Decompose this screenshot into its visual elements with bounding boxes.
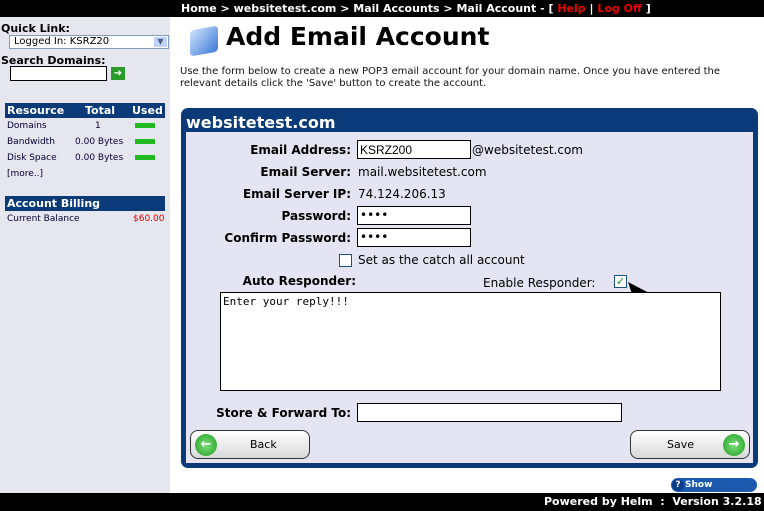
footer-text: Powered by Helm : Version 3.2.18 (544, 495, 762, 508)
forward-label: Store & Forward To: (216, 406, 351, 420)
catchall-checkbox[interactable] (339, 254, 352, 267)
logoff-link[interactable]: Log Off (597, 2, 642, 15)
resource-total: 1 (95, 121, 101, 131)
used-bar (135, 155, 155, 160)
crumb-mail-account: Mail Account (456, 2, 537, 15)
save-button[interactable]: Save → (630, 430, 750, 459)
sep: | (585, 2, 598, 15)
autoresponder-label: Auto Responder: (242, 274, 356, 288)
col-used: Used (132, 104, 163, 117)
resource-name: Disk Space (7, 153, 57, 163)
back-label: Back (250, 438, 277, 451)
email-account-icon (190, 25, 218, 57)
crumb-home[interactable]: Home (181, 2, 217, 15)
more-link[interactable]: [more..] (7, 166, 43, 182)
password-input[interactable]: •••• (357, 206, 471, 225)
ip-value: 74.124.206.13 (358, 187, 446, 201)
reply-textarea[interactable]: Enter your reply!!! (220, 292, 721, 391)
crumb-domain[interactable]: websitetest.com (234, 2, 337, 15)
page-title: Add Email Account (226, 22, 490, 51)
back-arrow-icon: ← (195, 434, 217, 456)
save-arrow-icon: → (723, 434, 745, 456)
quick-link-value: Logged In: KSRZ20 (14, 36, 110, 47)
used-bar (135, 139, 155, 144)
server-value: mail.websitetest.com (358, 165, 487, 179)
top-nav: Home > websitetest.com > Mail Accounts >… (0, 0, 764, 17)
email-input[interactable] (357, 140, 471, 159)
resource-table: Resource Total Used Domains 1 Bandwidth 0.00… (5, 103, 165, 182)
sep: ] (641, 2, 651, 15)
balance-value: $60.00 (133, 214, 165, 224)
quick-link-label: Quick Link: (1, 22, 70, 35)
confirm-label: Confirm Password: (224, 231, 351, 245)
panel-title: websitetest.com (186, 113, 336, 132)
chevron-down-icon[interactable]: ▼ (154, 37, 167, 47)
table-row: Domains 1 (5, 118, 165, 134)
table-row: Bandwidth 0.00 Bytes (5, 134, 165, 150)
catchall-label: Set as the catch all account (358, 253, 525, 267)
show-quickhelp-button[interactable]: ?Show QuickHelp (671, 478, 757, 504)
sep: > (336, 2, 354, 15)
email-label: Email Address: (250, 143, 351, 157)
back-button[interactable]: ← Back (190, 430, 310, 459)
help-icon: ? (672, 479, 684, 491)
sep: > (439, 2, 457, 15)
page-description: Use the form below to create a new POP3 … (180, 66, 721, 89)
billing-table: Account Billing Current Balance $60.00 (5, 196, 165, 227)
resource-total: 0.00 Bytes (75, 153, 124, 163)
forward-input[interactable] (357, 403, 622, 422)
col-resource: Resource (7, 104, 65, 117)
go-arrow-icon[interactable]: ➔ (111, 67, 125, 80)
quick-link-select[interactable]: Logged In: KSRZ20 ▼ (9, 35, 169, 49)
confirm-password-input[interactable]: •••• (357, 228, 471, 247)
sep: > (216, 2, 234, 15)
enable-responder-label: Enable Responder: (483, 276, 596, 290)
email-suffix: @websitetest.com (472, 143, 583, 157)
save-label: Save (667, 438, 695, 451)
col-total: Total (85, 104, 116, 117)
server-label: Email Server: (260, 165, 351, 179)
balance-label: Current Balance (7, 214, 80, 224)
resource-name: Domains (7, 121, 47, 131)
breadcrumb: Home > websitetest.com > Mail Accounts >… (181, 0, 651, 17)
billing-header: Account Billing (7, 197, 101, 210)
search-domains-input[interactable] (10, 66, 107, 81)
sidebar (0, 17, 170, 493)
ip-label: Email Server IP: (242, 187, 351, 201)
used-bar (135, 123, 155, 128)
crumb-mail-accounts[interactable]: Mail Accounts (353, 2, 439, 15)
resource-total: 0.00 Bytes (75, 137, 124, 147)
password-label: Password: (281, 209, 352, 223)
table-row: Disk Space 0.00 Bytes (5, 150, 165, 166)
resource-name: Bandwidth (7, 137, 55, 147)
footer: Powered by Helm : Version 3.2.18 (0, 493, 764, 511)
sep: - [ (536, 2, 558, 15)
help-link[interactable]: Help (557, 2, 585, 15)
